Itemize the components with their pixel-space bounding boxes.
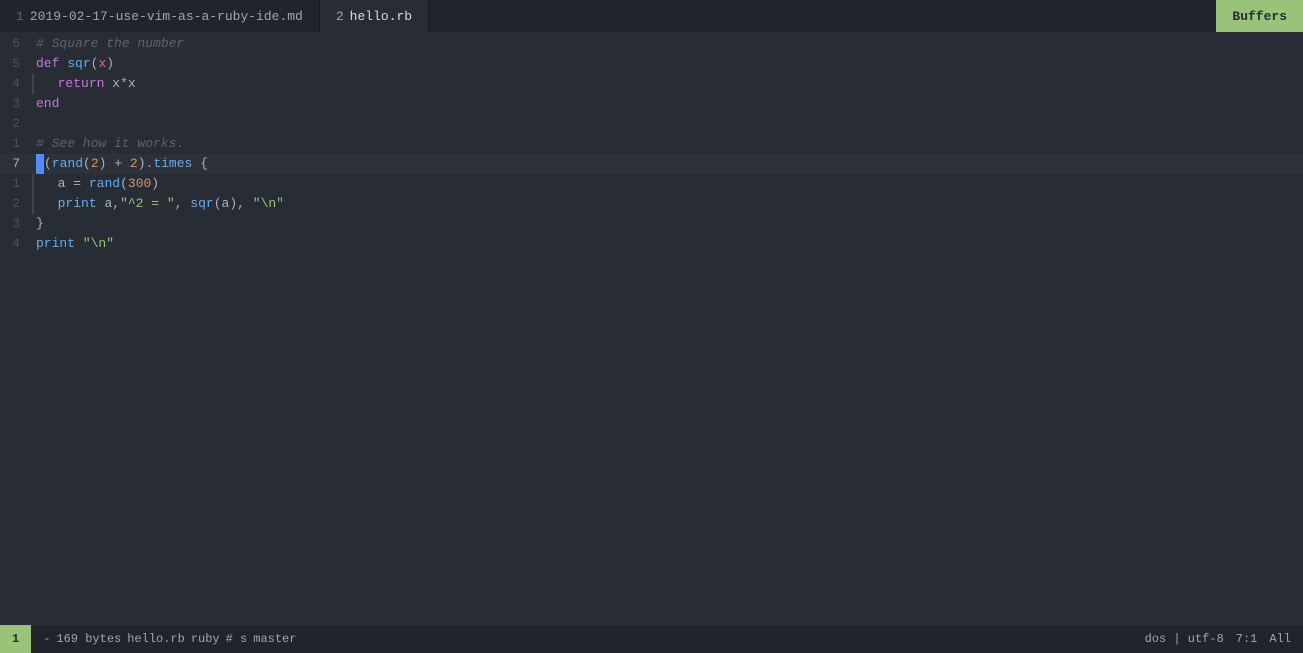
status-scroll: All [1269, 632, 1291, 646]
line-content: print a,"^2 = ", sqr(a), "\n" [38, 194, 1303, 214]
gutter-sep [32, 194, 34, 214]
code-area[interactable]: 6 # Square the number 5 def sqr(x) 4 ret… [0, 32, 1303, 625]
line-number: 2 [0, 194, 32, 214]
code-line: 4 print "\n" [0, 234, 1303, 254]
line-number: 7 [0, 154, 32, 174]
tab2-number: 2 [336, 9, 344, 24]
line-number: 1 [0, 174, 32, 194]
line-number: 4 [0, 234, 32, 254]
status-filetype: ruby [191, 632, 220, 646]
editor: 6 # Square the number 5 def sqr(x) 4 ret… [0, 32, 1303, 625]
gutter-sep [32, 74, 34, 94]
line-number: 2 [0, 114, 32, 134]
tab-rb[interactable]: 2 hello.rb [320, 0, 429, 32]
code-line: 3 end [0, 94, 1303, 114]
mode-number: 1 [12, 632, 19, 646]
status-info: - 169 bytes hello.rb ruby # s master [31, 625, 308, 653]
line-content: ​(rand(2) + 2).times { [32, 154, 1303, 174]
status-mode: 1 [0, 625, 31, 653]
status-bytes: 169 bytes [56, 632, 121, 646]
gutter-sep [32, 174, 34, 194]
tab-bar: 1 2019-02-17-use-vim-as-a-ruby-ide.md 2 … [0, 0, 1303, 32]
current-code-line: 7 ​(rand(2) + 2).times { [0, 154, 1303, 174]
line-content: print "\n" [32, 234, 1303, 254]
code-line: 4 return x*x [0, 74, 1303, 94]
status-encoding: dos | utf-8 [1145, 632, 1224, 646]
buffers-button[interactable]: Buffers [1216, 0, 1303, 32]
status-right: dos | utf-8 7:1 All [1133, 632, 1303, 646]
line-content: } [32, 214, 1303, 234]
line-number: 4 [0, 74, 32, 94]
status-filename: hello.rb [127, 632, 185, 646]
tab2-label: hello.rb [350, 9, 412, 24]
code-line: 3 } [0, 214, 1303, 234]
tab1-number: 1 [16, 9, 24, 24]
code-line: 2 [0, 114, 1303, 134]
code-line: 1 a = rand(300) [0, 174, 1303, 194]
code-line: 5 def sqr(x) [0, 54, 1303, 74]
code-line: 2 print a,"^2 = ", sqr(a), "\n" [0, 194, 1303, 214]
line-content: # See how it works. [32, 134, 1303, 154]
line-number: 5 [0, 54, 32, 74]
line-number: 1 [0, 134, 32, 154]
buffers-label: Buffers [1232, 9, 1287, 24]
tab-md[interactable]: 1 2019-02-17-use-vim-as-a-ruby-ide.md [0, 0, 320, 32]
status-position: 7:1 [1236, 632, 1258, 646]
line-number: 3 [0, 94, 32, 114]
status-dash: - [43, 632, 50, 646]
line-content: end [32, 94, 1303, 114]
tab-bar-left: 1 2019-02-17-use-vim-as-a-ruby-ide.md 2 … [0, 0, 429, 32]
status-left: 1 - 169 bytes hello.rb ruby # s master [0, 625, 308, 653]
tab1-label: 2019-02-17-use-vim-as-a-ruby-ide.md [30, 9, 303, 24]
line-content: a = rand(300) [38, 174, 1303, 194]
status-flag: # s [226, 632, 248, 646]
line-number: 6 [0, 34, 32, 54]
status-bar: 1 - 169 bytes hello.rb ruby # s master d… [0, 625, 1303, 653]
status-branch: master [253, 632, 296, 646]
line-content: # Square the number [32, 34, 1303, 54]
line-content: return x*x [38, 74, 1303, 94]
line-number: 3 [0, 214, 32, 234]
line-content: def sqr(x) [32, 54, 1303, 74]
code-line: 6 # Square the number [0, 34, 1303, 54]
code-line: 1 # See how it works. [0, 134, 1303, 154]
